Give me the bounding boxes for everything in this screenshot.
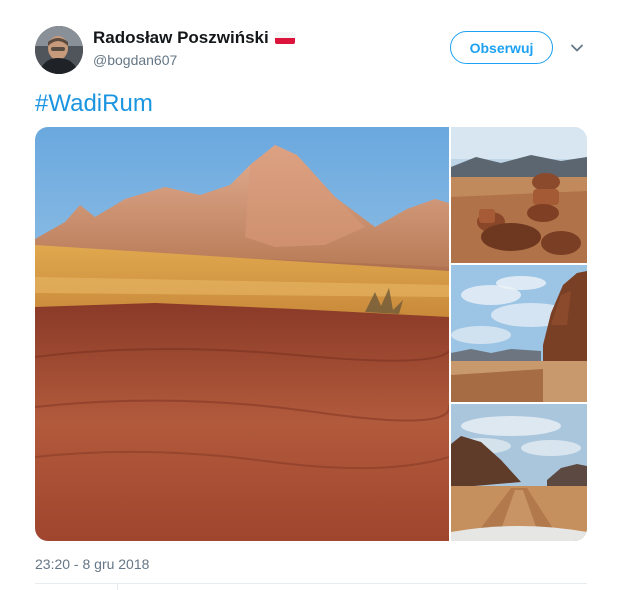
author-handle[interactable]: @bogdan607 [93, 51, 295, 69]
avatar[interactable] [35, 26, 83, 74]
poland-flag-icon [274, 32, 295, 44]
author-display-name[interactable]: Radosław Poszwiński [93, 28, 269, 48]
photo-cliff-sky[interactable] [451, 265, 587, 402]
divider-tick [117, 584, 118, 590]
tweet-timestamp[interactable]: 23:20 - 8 gru 2018 [35, 556, 149, 572]
media-grid [35, 127, 587, 541]
author-name[interactable]: Radosław Poszwiński [93, 28, 295, 48]
photo-desert-road[interactable] [451, 404, 587, 541]
avatar-image [35, 26, 83, 74]
hashtag-link[interactable]: #WadiRum [35, 90, 153, 118]
photo-desert-mountain[interactable] [35, 127, 449, 541]
photo-rock-stack[interactable] [451, 127, 587, 263]
tweet-card: Radosław Poszwiński @bogdan607 Obserwuj … [0, 0, 623, 590]
follow-button[interactable]: Obserwuj [450, 31, 553, 64]
author-block: Radosław Poszwiński @bogdan607 [93, 28, 295, 69]
chevron-down-icon[interactable] [570, 41, 584, 55]
